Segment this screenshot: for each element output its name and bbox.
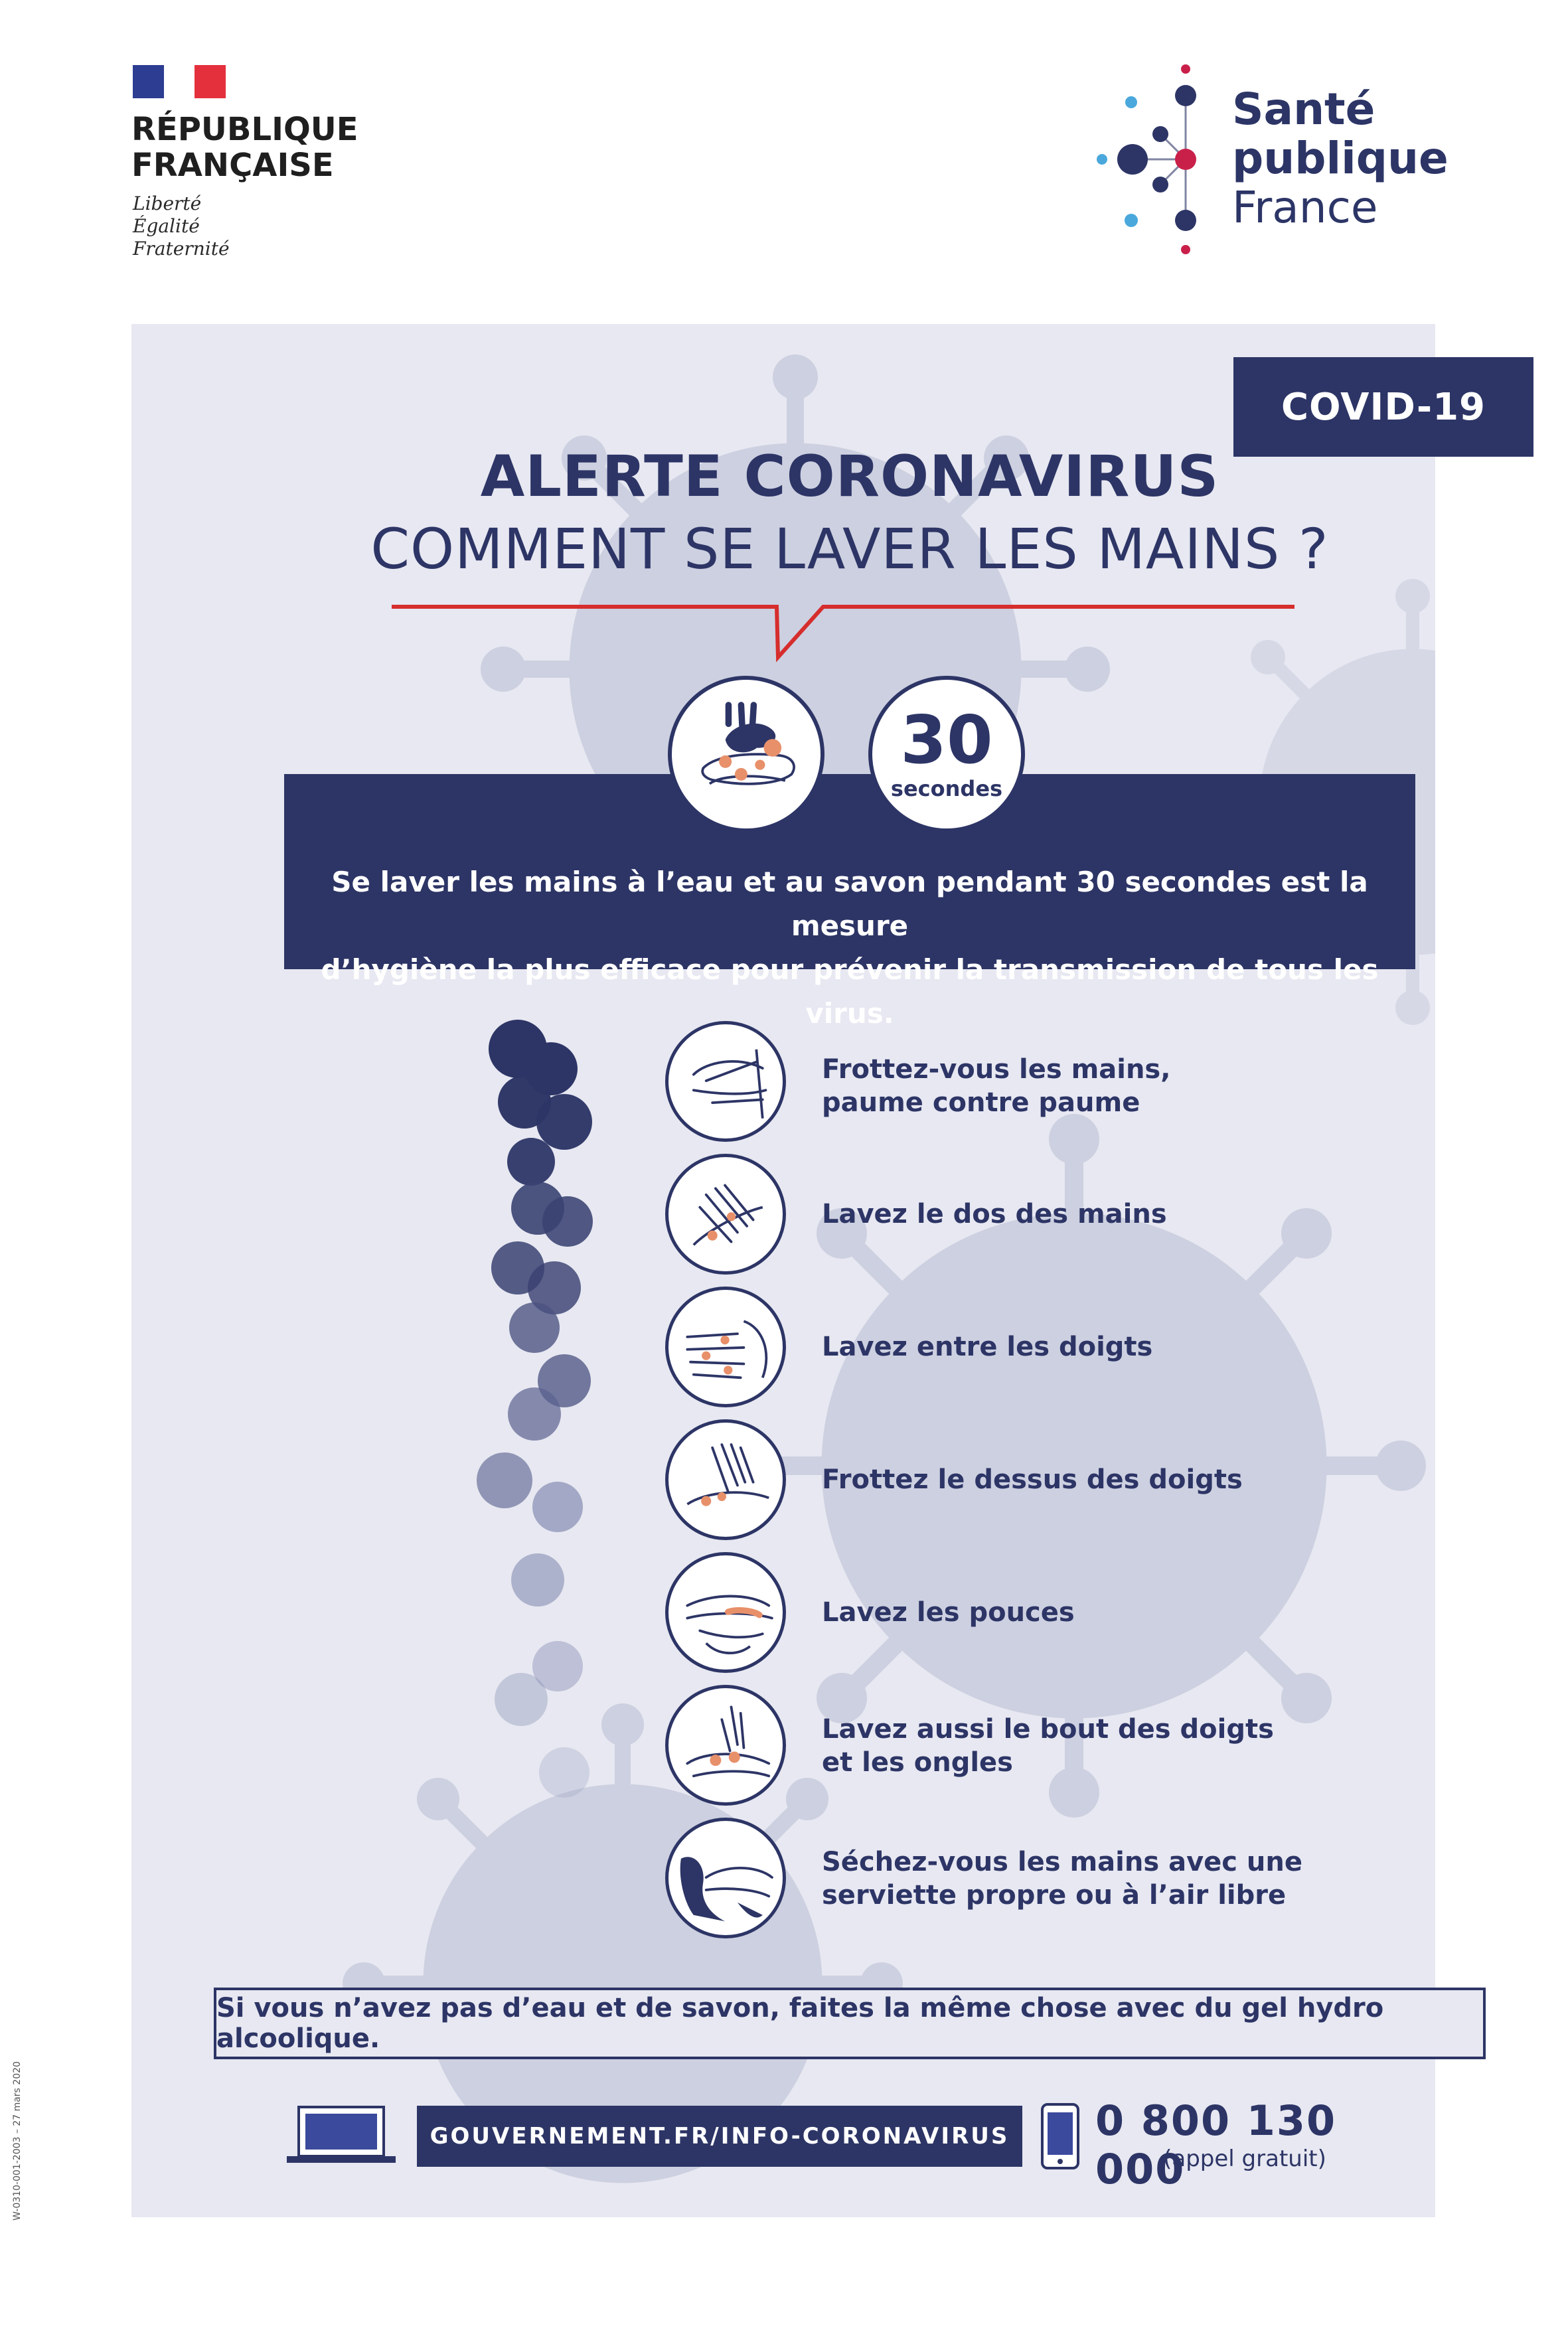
phone-number[interactable]: 0 800 130 000 [1095, 2096, 1427, 2193]
motto-fraternite: Fraternité [133, 238, 230, 260]
marianne-flag-logo [133, 65, 226, 98]
step-6-line-1: Lavez aussi le bout des doigts [822, 1714, 1274, 1745]
document-reference: W-0310-001-2003 – 27 mars 2020 [12, 2061, 23, 2221]
gel-note-box: Si vous n’avez pas d’eau et de savon, fa… [214, 1988, 1486, 2059]
step-6-line-2: et les ongles [822, 1747, 1013, 1778]
step-5-line-1: Lavez les pouces [822, 1597, 1075, 1628]
duration-unit: secondes [890, 776, 1003, 801]
intro-line-1: Se laver les mains à l’eau et au savon p… [331, 866, 1368, 942]
sante-publique-molecule-logo [1097, 64, 1196, 254]
phone-icon [1041, 2103, 1079, 2169]
step-7-line-2: serviette propre ou à l’air libre [822, 1880, 1287, 1911]
republic-line-1: RÉPUBLIQUE [131, 111, 358, 148]
website-link[interactable]: GOUVERNEMENT.FR/INFO-CORONAVIRUS [417, 2106, 1022, 2167]
step-3-line-1: Lavez entre les doigts [822, 1332, 1153, 1362]
republique-francaise-title: RÉPUBLIQUE FRANÇAISE [131, 112, 397, 183]
step-2-text: Lavez le dos des mains [822, 1198, 1393, 1231]
step-4-text: Frottez le dessus des doigts [822, 1463, 1393, 1496]
dry-hands-towel-icon [665, 1818, 786, 1938]
washing-hands-icon [668, 676, 824, 832]
laptop-icon [287, 2106, 396, 2163]
page-subtitle: COMMENT SE LAVER LES MAINS ? [370, 516, 1329, 582]
thirty-seconds-badge: 30 secondes [868, 676, 1025, 832]
gel-note: Si vous n’avez pas d’eau et de savon, fa… [216, 1993, 1384, 2054]
motto-liberte: Liberté [133, 193, 202, 214]
sante-publique-france-wordmark: Santé publique France [1232, 85, 1471, 232]
speech-bubble-underline [392, 605, 1294, 663]
step-7-text: Séchez-vous les mains avec une serviette… [822, 1845, 1393, 1912]
between-fingers-icon [665, 1287, 786, 1407]
step-1-line-2: paume contre paume [822, 1087, 1140, 1118]
thumbs-icon [665, 1552, 786, 1673]
motto-egalite: Égalité [133, 215, 200, 237]
phone-note: (appel gratuit) [1163, 2146, 1326, 2172]
step-6-text: Lavez aussi le bout des doigts et les on… [822, 1713, 1393, 1779]
fingertips-nails-icon [665, 1685, 786, 1806]
back-of-hands-icon [665, 1154, 786, 1275]
republic-line-2: FRANÇAISE [131, 147, 334, 184]
top-of-fingers-icon [665, 1419, 786, 1540]
step-2-line-1: Lavez le dos des mains [822, 1199, 1167, 1229]
spf-line-2: publique [1232, 133, 1449, 184]
intro-line-2: d’hygiène la plus efficace pour prévenir… [321, 953, 1379, 1030]
step-3-text: Lavez entre les doigts [822, 1330, 1393, 1364]
step-4-line-1: Frottez le dessus des doigts [822, 1464, 1243, 1495]
virus-trail-illustration [477, 1020, 593, 1798]
step-5-text: Lavez les pouces [822, 1596, 1393, 1629]
spf-line-1: Santé [1232, 84, 1375, 135]
website-url: GOUVERNEMENT.FR/INFO-CORONAVIRUS [430, 2123, 1010, 2150]
intro-text: Se laver les mains à l’eau et au savon p… [284, 860, 1415, 1036]
covid-19-badge: COVID-19 [1233, 357, 1533, 457]
page-title: ALERTE CORONAVIRUS [480, 443, 1219, 510]
step-7-line-1: Séchez-vous les mains avec une [822, 1847, 1302, 1877]
duration-number: 30 [900, 701, 993, 779]
republic-motto: Liberté Égalité Fraternité [133, 193, 305, 260]
spf-line-3: France [1232, 182, 1378, 233]
step-1-text: Frottez-vous les mains, paume contre pau… [822, 1053, 1393, 1119]
palm-to-palm-icon [665, 1021, 786, 1142]
step-1-line-1: Frottez-vous les mains, [822, 1054, 1171, 1085]
